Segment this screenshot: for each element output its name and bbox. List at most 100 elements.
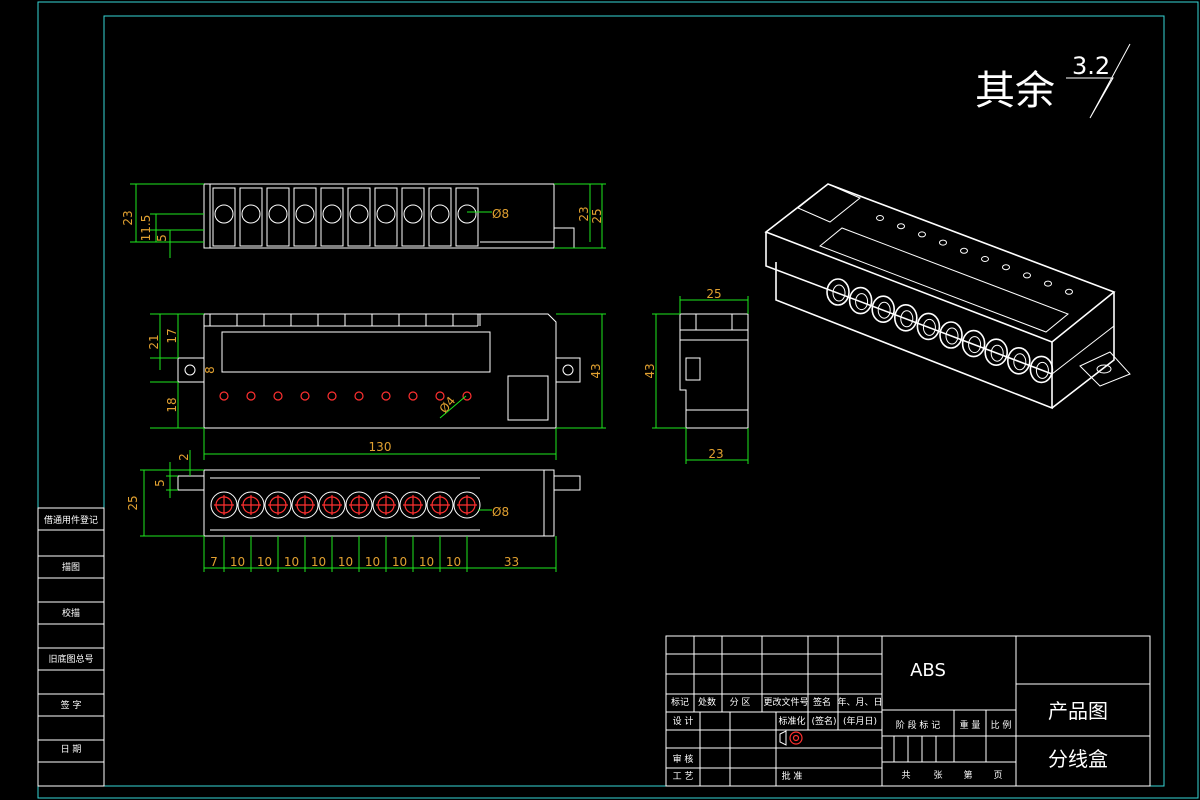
title-material: ABS <box>910 660 946 681</box>
top-slot <box>401 187 425 247</box>
side-view: 25 43 23 <box>643 287 749 464</box>
chain-dim-label: 10 <box>230 555 245 569</box>
isometric-view <box>764 183 1131 410</box>
bottom-dimension-chain: 7 10 10 10 10 10 10 10 10 10 33 <box>203 536 557 572</box>
dim-side-height: 43 <box>643 363 657 378</box>
dim-top-height: 23 <box>121 210 135 225</box>
tb-design: 设 计 <box>673 715 694 727</box>
bottom-view-holes <box>210 491 481 519</box>
chain-dim-label: 10 <box>311 555 326 569</box>
front-view-outline <box>203 313 557 429</box>
dim-top-mid: 11.5 <box>139 215 153 242</box>
bottom-right-tab <box>553 475 581 491</box>
dim-top-hole: Ø8 <box>492 207 509 221</box>
top-slot <box>347 187 371 247</box>
chain-dim-label: 10 <box>257 555 272 569</box>
iso-pin-hole <box>1023 272 1031 279</box>
dim-bottom-height: 25 <box>126 495 140 510</box>
title-drawing-type: 产品图 <box>1048 699 1108 723</box>
front-pin-hole <box>408 391 418 401</box>
front-view-square <box>507 375 549 421</box>
tb-scale: 比 例 <box>991 719 1012 731</box>
left-label-3: 旧底图总号 <box>48 653 93 665</box>
iso-pin-hole <box>1002 264 1010 271</box>
top-view: 23 11.5 5 23 25 Ø8 <box>121 183 606 258</box>
top-slot-hole <box>349 204 369 224</box>
front-pin-hole <box>273 391 283 401</box>
tb-approve: 批 准 <box>782 770 803 782</box>
top-slot <box>374 187 398 247</box>
outer-frame <box>37 1 1199 799</box>
top-slot-hole <box>376 204 396 224</box>
front-pin-hole <box>462 391 472 401</box>
top-slot <box>266 187 290 247</box>
roughness-symbol: 其余 3.2 <box>975 43 1131 119</box>
dim-top-right-total: 25 <box>590 208 604 223</box>
front-view-pins <box>219 391 472 401</box>
top-view-dimensions <box>130 183 606 258</box>
dim-side-width-top: 25 <box>706 287 721 301</box>
left-label-0: 借通用件登记 <box>44 514 98 526</box>
front-view: 21 17 8 18 43 Ø4 130 <box>147 313 606 460</box>
dim-front-left-bottom: 18 <box>165 397 179 412</box>
top-slot-hole <box>457 204 477 224</box>
front-pin-hole <box>246 391 256 401</box>
front-left-tab <box>177 357 205 383</box>
tb-header-4: 签名 <box>813 696 831 708</box>
projection-symbol <box>779 730 803 746</box>
tb-standard: 标准化 <box>778 715 805 727</box>
dim-top-low: 5 <box>155 234 169 242</box>
front-right-tab <box>555 357 581 383</box>
dim-side-width-bottom: 23 <box>708 447 723 461</box>
iso-cable-holes <box>826 278 1054 384</box>
tb-header-1: 处数 <box>698 696 716 708</box>
top-slot-hole <box>268 204 288 224</box>
dim-front-left-total: 21 <box>147 334 161 349</box>
tb-header-3: 更改文件号 <box>763 696 808 708</box>
top-slot-hole <box>322 204 342 224</box>
tb-weight: 重 量 <box>960 719 981 731</box>
chain-dim-label: 10 <box>392 555 407 569</box>
iso-pin-hole <box>981 256 989 262</box>
tb-process: 工 艺 <box>673 771 694 782</box>
roughness-value: 3.2 <box>1072 52 1110 80</box>
tb-header-5: 年、月、日 <box>837 696 882 708</box>
top-view-slots <box>212 187 479 247</box>
chain-dim-label: 10 <box>419 555 434 569</box>
front-pin-hole <box>327 391 337 401</box>
front-pin-hole <box>354 391 364 401</box>
chain-dim-label: 10 <box>365 555 380 569</box>
left-label-5: 日 期 <box>61 744 82 755</box>
inner-frame <box>103 15 1165 787</box>
dim-bottom-tab: 5 <box>153 479 167 487</box>
left-label-2: 校描 <box>62 607 80 619</box>
bottom-view: 7 10 10 10 10 10 10 10 10 10 33 2 5 25 Ø8 <box>126 450 581 572</box>
chain-dim-label: 10 <box>446 555 461 569</box>
iso-pin-hole <box>876 215 884 221</box>
roughness-prefix: 其余 <box>975 68 1055 114</box>
tb-sheets-2: 第 <box>963 769 972 781</box>
top-slot-hole <box>214 204 234 224</box>
iso-pin-hole <box>1044 280 1052 287</box>
top-slot <box>320 187 344 247</box>
tb-header-0: 标记 <box>671 696 689 708</box>
iso-pin-hole <box>960 247 968 254</box>
dim-front-length: 130 <box>369 440 392 454</box>
iso-pin-holes <box>876 215 1073 295</box>
front-pin-hole <box>219 391 229 401</box>
side-view-outline <box>679 313 749 429</box>
left-label-4: 签 字 <box>61 699 82 711</box>
chain-dim-label: 7 <box>210 555 218 569</box>
top-slot-hole <box>430 204 450 224</box>
tb-date: (年月日) <box>843 715 877 727</box>
iso-pin-hole <box>1065 288 1073 295</box>
top-slot <box>212 187 236 247</box>
bottom-left-tab <box>177 475 205 491</box>
dim-front-height: 43 <box>589 363 603 378</box>
front-view-window <box>221 331 491 373</box>
dim-front-left-top: 17 <box>165 328 179 343</box>
front-view-dimensions <box>150 313 606 460</box>
chain-dim-label: 10 <box>338 555 353 569</box>
tb-sheets-0: 共 <box>901 770 910 781</box>
tb-stage: 阶 段 标 记 <box>896 719 941 731</box>
